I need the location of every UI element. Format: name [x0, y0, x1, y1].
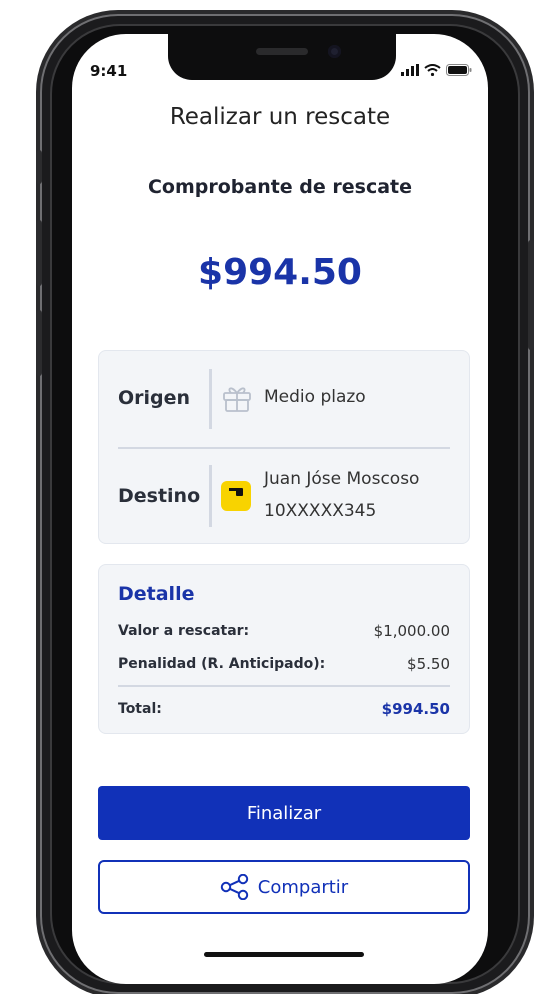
wifi-icon	[424, 64, 441, 76]
share-icon	[220, 874, 248, 900]
notch	[168, 34, 396, 80]
gift-icon	[223, 387, 251, 412]
speaker-grille	[256, 48, 308, 55]
share-button[interactable]: Compartir	[98, 860, 470, 914]
mute-switch	[36, 150, 42, 184]
detail-row-value: $1,000.00	[373, 622, 450, 640]
receipt-amount: $994.50	[198, 252, 362, 293]
phone-screen: 9:41 Realizar un rescate Comprobante de …	[72, 34, 488, 984]
origin-divider	[209, 369, 212, 429]
total-label: Total:	[118, 701, 162, 717]
destination-account: 10XXXXX345	[264, 501, 377, 521]
destination-divider	[209, 465, 212, 527]
signal-icon	[401, 64, 419, 76]
total-value: $994.50	[381, 700, 450, 718]
status-time: 9:41	[90, 62, 128, 80]
destination-label: Destino	[118, 485, 201, 507]
finish-button[interactable]: Finalizar	[98, 786, 470, 840]
destination-name: Juan Jóse Moscoso	[264, 469, 420, 489]
detail-row-label: Penalidad (R. Anticipado):	[118, 656, 326, 672]
status-icons	[401, 64, 472, 76]
page-title: Realizar un rescate	[169, 104, 391, 130]
volume-down-button	[36, 310, 42, 376]
detail-separator	[118, 685, 450, 687]
detail-row-value: $5.50	[407, 655, 450, 673]
detail-row-label: Valor a rescatar:	[118, 623, 250, 639]
origin-value: Medio plazo	[264, 387, 366, 407]
transfer-separator	[118, 447, 450, 449]
receipt-subtitle: Comprobante de rescate	[147, 176, 413, 198]
detail-card: Detalle Valor a rescatar: $1,000.00 Pena…	[98, 564, 470, 734]
power-button	[528, 240, 534, 350]
detail-title: Detalle	[118, 583, 195, 605]
transfer-card: Origen Medio plazo Destino Juan Jóse Mos…	[98, 350, 470, 544]
battery-icon	[446, 64, 472, 76]
home-indicator[interactable]	[204, 952, 364, 957]
volume-up-button	[36, 220, 42, 286]
origin-label: Origen	[118, 387, 191, 409]
front-camera	[328, 45, 341, 58]
share-label: Compartir	[257, 876, 349, 898]
bank-logo-icon	[221, 481, 251, 511]
